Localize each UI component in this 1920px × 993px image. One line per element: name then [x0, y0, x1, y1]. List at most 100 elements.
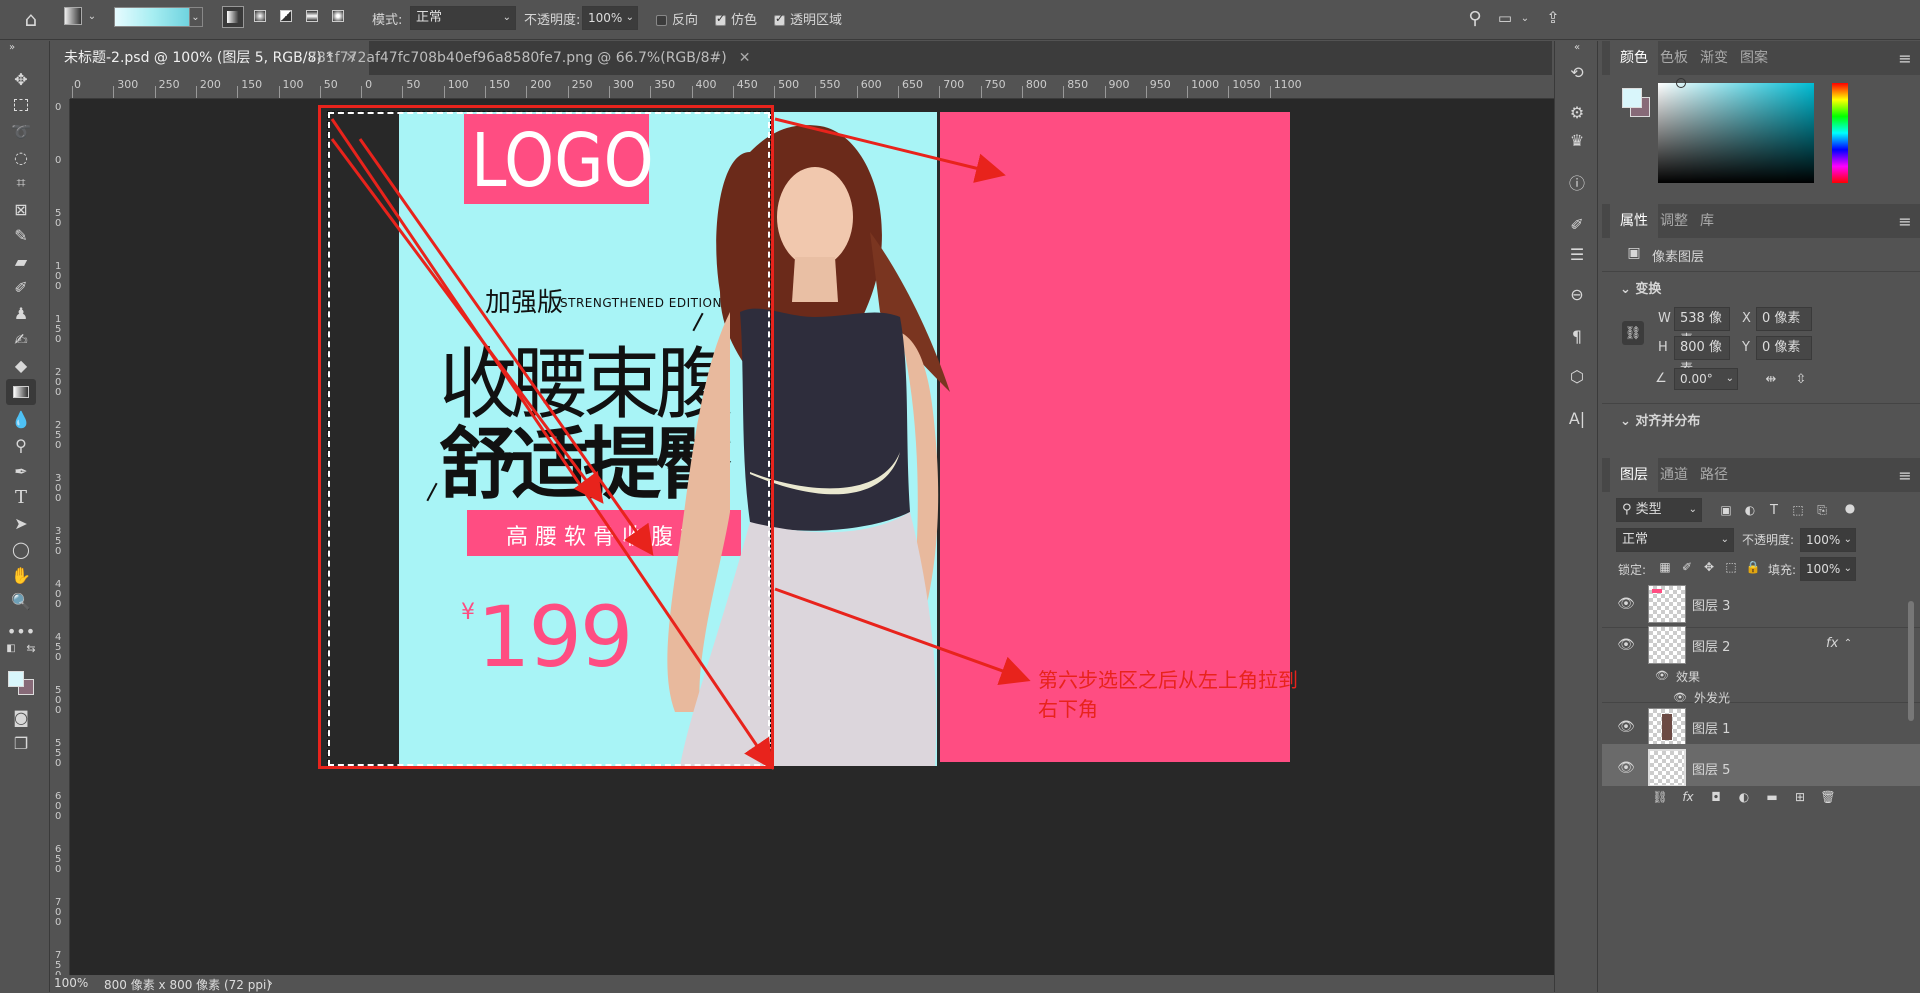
- layer-style-icon[interactable]: fx: [1678, 788, 1698, 806]
- actions-icon[interactable]: ⚙: [1563, 99, 1591, 125]
- transparency-checkbox[interactable]: 透明区域: [774, 9, 842, 28]
- eye-icon[interactable]: 👁: [1616, 594, 1636, 614]
- hand-tool-icon[interactable]: ✋: [8, 563, 34, 587]
- gradient-picker-dropdown[interactable]: ⌄: [189, 7, 203, 27]
- lock-artboard-icon[interactable]: ⬚: [1722, 558, 1740, 576]
- share-icon[interactable]: ⇪: [1542, 6, 1564, 28]
- blur-tool-icon[interactable]: 💧: [8, 407, 34, 431]
- dither-checkbox[interactable]: 仿色: [715, 9, 757, 28]
- workspace-icon[interactable]: ▭: [1494, 7, 1516, 29]
- fg-color-chip[interactable]: [1622, 88, 1642, 108]
- canvas-workspace[interactable]: LOGO 加强版 STRENGTHENED EDITION 收腰束腹 舒适提臀 …: [70, 99, 1554, 975]
- layer-row[interactable]: 👁 图层 2 fx ⌃ 👁 效果 👁 外发光: [1602, 621, 1920, 705]
- layer-opacity-input[interactable]: 100% ⌄: [1800, 528, 1856, 552]
- flip-horizontal-icon[interactable]: ⇹: [1760, 369, 1782, 389]
- zoom-tool-icon[interactable]: 🔍: [8, 589, 34, 613]
- blend-mode-select[interactable]: 正常 ⌄: [1616, 528, 1734, 552]
- radial-gradient-button[interactable]: [250, 6, 272, 28]
- lock-position-icon[interactable]: ✥: [1700, 558, 1718, 576]
- panel-menu-icon[interactable]: ≡: [1896, 49, 1914, 68]
- zoom-level[interactable]: 100%: [54, 976, 88, 990]
- eyedropper-icon[interactable]: ✎: [8, 223, 34, 247]
- foreground-color-swatch[interactable]: [8, 671, 24, 687]
- filter-smart-icon[interactable]: ⎘: [1812, 500, 1832, 520]
- tab-paths[interactable]: 路径: [1690, 458, 1738, 492]
- color-picker-marker[interactable]: [1676, 78, 1686, 88]
- home-icon[interactable]: ⌂: [18, 6, 44, 32]
- width-input[interactable]: 538 像素: [1674, 307, 1730, 348]
- type-tool-icon[interactable]: T: [8, 485, 34, 509]
- gradient-picker[interactable]: [114, 7, 190, 27]
- reverse-checkbox[interactable]: 反向: [656, 9, 698, 28]
- angle-gradient-button[interactable]: [276, 6, 298, 28]
- screen-mode-icon[interactable]: ❐: [8, 731, 34, 755]
- quick-select-icon[interactable]: ◌: [8, 145, 34, 169]
- linear-gradient-button[interactable]: [222, 6, 244, 28]
- filter-adjustment-icon[interactable]: ◐: [1740, 500, 1760, 520]
- collapse-icon[interactable]: »: [4, 41, 20, 53]
- eye-icon[interactable]: 👁: [1654, 667, 1670, 683]
- opacity-input[interactable]: 100% ⌄: [582, 6, 638, 30]
- history-icon[interactable]: ⟲: [1563, 59, 1591, 85]
- healing-brush-icon[interactable]: ▰: [8, 249, 34, 273]
- default-colors-icon[interactable]: ◧: [4, 641, 18, 655]
- layer-row-selected[interactable]: 👁 图层 5: [1602, 744, 1920, 792]
- link-layers-icon[interactable]: ⛓: [1650, 788, 1670, 806]
- mode-select[interactable]: 正常 ⌄: [410, 6, 516, 30]
- path-select-icon[interactable]: ➤: [8, 511, 34, 535]
- swap-colors-icon[interactable]: ⇆: [24, 641, 38, 655]
- transform-section-toggle[interactable]: ⌄ 变换: [1620, 278, 1661, 297]
- eye-icon[interactable]: 👁: [1616, 635, 1636, 655]
- reflected-gradient-button[interactable]: [302, 6, 324, 28]
- ellipse-tool-icon[interactable]: ◯: [8, 537, 34, 561]
- glyphs-icon[interactable]: A|: [1563, 405, 1591, 431]
- chevron-down-icon[interactable]: ⌄: [1518, 9, 1532, 27]
- close-icon[interactable]: ✕: [739, 50, 751, 66]
- angle-input[interactable]: 0.00° ⌄: [1674, 368, 1738, 390]
- pen-tool-icon[interactable]: ✒: [8, 459, 34, 483]
- marquee-tool-icon[interactable]: [8, 93, 34, 117]
- stamp-tool-icon[interactable]: ♟: [8, 301, 34, 325]
- adjust-icon[interactable]: ☰: [1563, 241, 1591, 267]
- new-group-icon[interactable]: ▬: [1762, 788, 1782, 806]
- brushes-icon[interactable]: ✐: [1563, 211, 1591, 237]
- collapse-icon[interactable]: «: [1567, 41, 1587, 53]
- tab-libraries[interactable]: 库: [1690, 204, 1724, 238]
- filter-toggle-icon[interactable]: ●: [1842, 498, 1858, 518]
- quick-mask-icon[interactable]: ◙: [8, 705, 34, 729]
- clone-source-icon[interactable]: ⊖: [1563, 281, 1591, 307]
- color-field[interactable]: [1658, 83, 1814, 183]
- gradient-tool-preset[interactable]: [64, 7, 82, 25]
- delete-layer-icon[interactable]: 🗑: [1818, 788, 1838, 806]
- frame-tool-icon[interactable]: ⊠: [8, 197, 34, 221]
- y-input[interactable]: 0 像素: [1756, 336, 1812, 360]
- fill-input[interactable]: 100% ⌄: [1800, 557, 1856, 581]
- lock-paint-icon[interactable]: ✐: [1678, 558, 1696, 576]
- panel-menu-icon[interactable]: ≡: [1896, 212, 1914, 231]
- filter-shape-icon[interactable]: ⬚: [1788, 500, 1808, 520]
- x-input[interactable]: 0 像素: [1756, 307, 1812, 331]
- brush-settings-icon[interactable]: ♛: [1563, 127, 1591, 153]
- lock-all-icon[interactable]: 🔒: [1744, 558, 1762, 576]
- lock-transparent-icon[interactable]: ▦: [1656, 558, 1674, 576]
- eraser-tool-icon[interactable]: ◆: [8, 353, 34, 377]
- height-input[interactable]: 800 像素: [1674, 336, 1730, 377]
- layers-scrollbar[interactable]: [1908, 601, 1914, 721]
- 3d-icon[interactable]: ⬡: [1563, 363, 1591, 389]
- history-brush-icon[interactable]: ✍: [8, 327, 34, 351]
- tab-patterns[interactable]: 图案: [1730, 41, 1778, 75]
- filter-type-icon[interactable]: T: [1764, 500, 1784, 520]
- chevron-up-icon[interactable]: ⌃: [1842, 636, 1854, 650]
- filter-pixel-icon[interactable]: ▣: [1716, 500, 1736, 520]
- fx-badge[interactable]: fx: [1826, 636, 1838, 651]
- dodge-tool-icon[interactable]: ⚲: [8, 433, 34, 457]
- hue-slider[interactable]: [1832, 83, 1848, 183]
- crop-tool-icon[interactable]: ⌗: [8, 171, 34, 195]
- more-tools-icon[interactable]: •••: [7, 619, 35, 643]
- add-mask-icon[interactable]: ◘: [1706, 788, 1726, 806]
- chevron-right-icon[interactable]: ›: [268, 976, 273, 990]
- search-icon[interactable]: ⚲: [1464, 7, 1486, 29]
- new-layer-icon[interactable]: ⊞: [1790, 788, 1810, 806]
- gradient-tool-icon[interactable]: [6, 379, 36, 405]
- link-icon[interactable]: ⛓: [1622, 321, 1644, 345]
